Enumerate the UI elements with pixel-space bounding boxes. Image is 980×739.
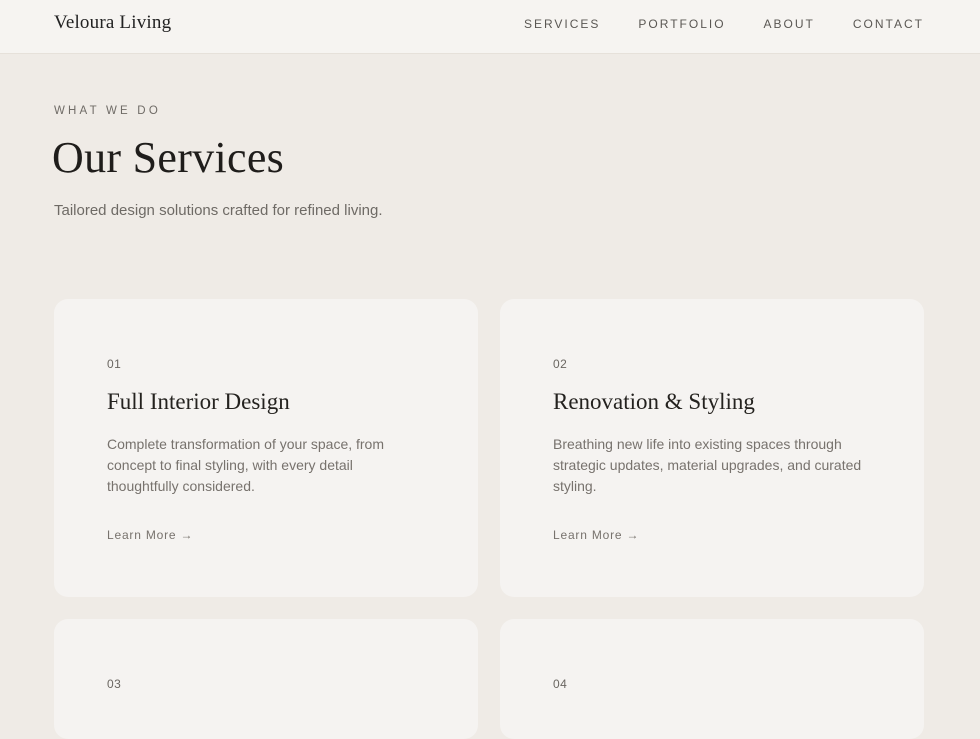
- service-number: 03: [107, 677, 122, 691]
- service-description: Complete transformation of your space, f…: [107, 436, 385, 494]
- service-card-2: 02 Renovation & Styling Breathing new li…: [500, 299, 924, 597]
- brand-logo[interactable]: Veloura Living: [54, 12, 171, 34]
- nav-link-contact[interactable]: CONTACT: [853, 17, 924, 31]
- service-number: 04: [553, 677, 568, 691]
- service-title: Full Interior Design: [107, 389, 290, 414]
- service-number: 01: [107, 357, 122, 371]
- learn-more-link[interactable]: Learn More →: [107, 528, 193, 542]
- service-card-4: 04: [500, 619, 924, 739]
- page-title: Our Services: [52, 133, 285, 182]
- service-title: Renovation & Styling: [553, 389, 755, 414]
- service-card-1: 01 Full Interior Design Complete transfo…: [54, 299, 478, 597]
- nav-link-services[interactable]: SERVICES: [524, 17, 600, 31]
- service-description: Breathing new life into existing spaces …: [553, 436, 862, 494]
- service-number: 02: [553, 357, 568, 371]
- top-navigation-bar: Veloura Living SERVICES PORTFOLIO ABOUT …: [0, 0, 980, 54]
- page-subtitle: Tailored design solutions crafted for re…: [54, 202, 383, 219]
- section-eyebrow: WHAT WE DO: [54, 105, 161, 117]
- learn-more-link[interactable]: Learn More →: [553, 528, 639, 542]
- service-card-3: 03: [54, 619, 478, 739]
- nav-link-portfolio[interactable]: PORTFOLIO: [638, 17, 725, 31]
- main-nav: SERVICES PORTFOLIO ABOUT CONTACT: [524, 17, 924, 31]
- nav-link-about[interactable]: ABOUT: [764, 17, 815, 31]
